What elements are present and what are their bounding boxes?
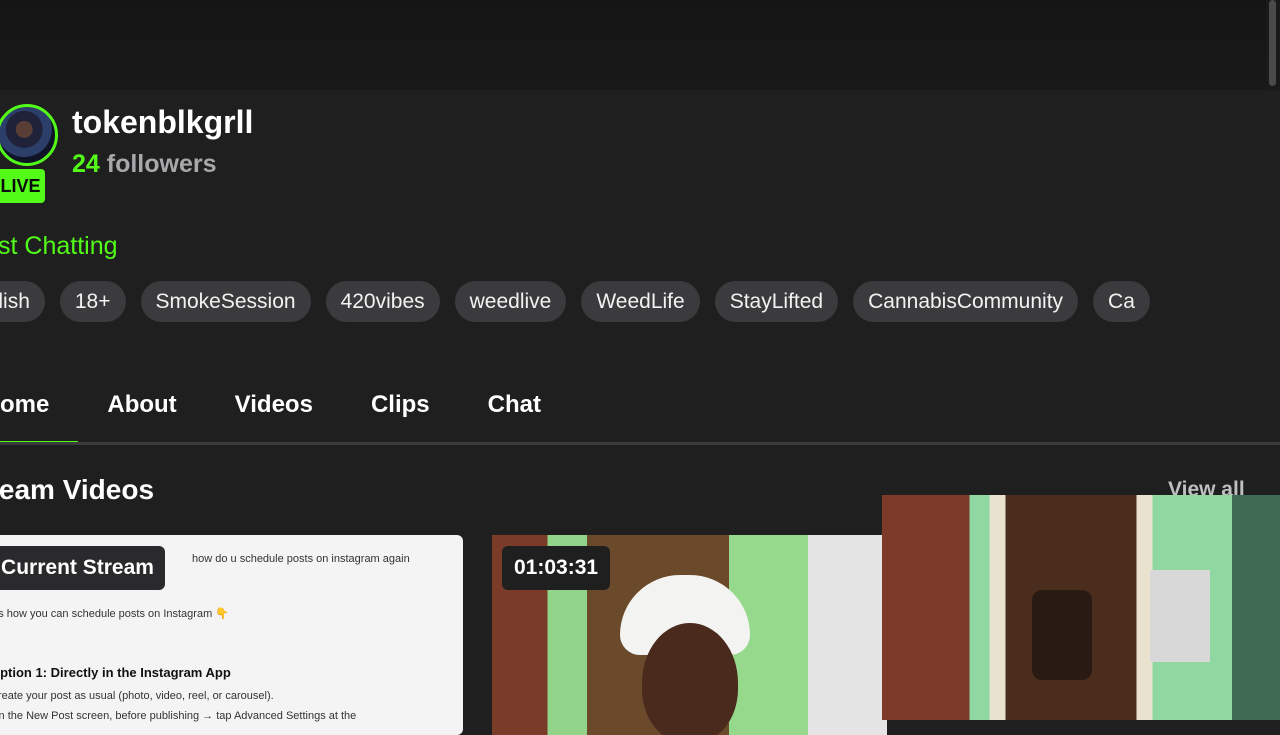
tag-chip[interactable]: nglish <box>0 281 45 322</box>
followers-number: 24 <box>72 150 100 178</box>
current-stream-badge: Current Stream <box>0 546 165 590</box>
tab-chat-label: Chat <box>487 391 541 418</box>
top-bar <box>0 0 1280 90</box>
tag-chip[interactable]: Ca <box>1093 281 1150 322</box>
avatar[interactable] <box>0 104 58 166</box>
tab-about[interactable]: About <box>78 385 205 445</box>
followers-count: 24 followers <box>72 150 217 179</box>
tag-chip[interactable]: WeedLife <box>581 281 700 322</box>
followers-label: followers <box>106 150 217 178</box>
tab-clips-label: Clips <box>370 391 430 418</box>
tab-about-label: About <box>107 391 177 418</box>
video-card[interactable]: 01:03:31 <box>492 535 887 735</box>
pip-video-frame-detail <box>1150 570 1210 662</box>
channel-username: tokenblkgrll <box>72 104 254 140</box>
tag-chip[interactable]: 420vibes <box>325 281 440 322</box>
tag-chip[interactable]: SmokeSession <box>140 281 311 322</box>
section-title: ream Videos <box>0 474 155 505</box>
tab-videos[interactable]: Videos <box>206 385 342 445</box>
channel-tabs: ome About Videos Clips Chat <box>0 385 570 445</box>
video-duration-badge: 01:03:31 <box>502 546 611 590</box>
thumbnail-chat-heading: Option 1: Directly in the Instagram App <box>0 665 231 680</box>
tag-list: nglish 18+ SmokeSession 420vibes weedliv… <box>0 281 1250 322</box>
tabs-divider <box>0 442 1280 445</box>
tab-home-label: ome <box>0 391 50 418</box>
thumbnail-chat-line: On the New Post screen, before publishin… <box>0 710 357 722</box>
scrollbar-thumb[interactable] <box>1269 0 1276 86</box>
tag-chip[interactable]: weedlive <box>454 281 567 322</box>
tab-chat[interactable]: Chat <box>459 385 570 445</box>
tag-chip[interactable]: CannabisCommunity <box>853 281 1079 322</box>
pip-video-frame <box>1032 590 1092 680</box>
tag-chip[interactable]: StayLifted <box>714 281 839 322</box>
video-card-current-stream[interactable]: Current Stream how do u schedule posts o… <box>0 535 463 735</box>
tag-chip[interactable]: 18+ <box>59 281 126 322</box>
thumbnail-chat-intro: e's how you can schedule posts on Instag… <box>0 608 229 620</box>
tab-clips[interactable]: Clips <box>342 385 459 445</box>
category-link[interactable]: st Chatting <box>0 232 118 261</box>
thumbnail-image <box>620 575 750 735</box>
thumbnail-chat-line: Create your post as usual (photo, video,… <box>0 690 274 702</box>
picture-in-picture-player[interactable] <box>882 495 1280 720</box>
tab-videos-label: Videos <box>234 391 313 418</box>
tab-home[interactable]: ome <box>0 385 79 445</box>
live-badge: LIVE <box>0 169 45 203</box>
thumbnail-chat-question: how do u schedule posts on instagram aga… <box>192 553 410 565</box>
scrollbar[interactable] <box>1266 0 1280 90</box>
